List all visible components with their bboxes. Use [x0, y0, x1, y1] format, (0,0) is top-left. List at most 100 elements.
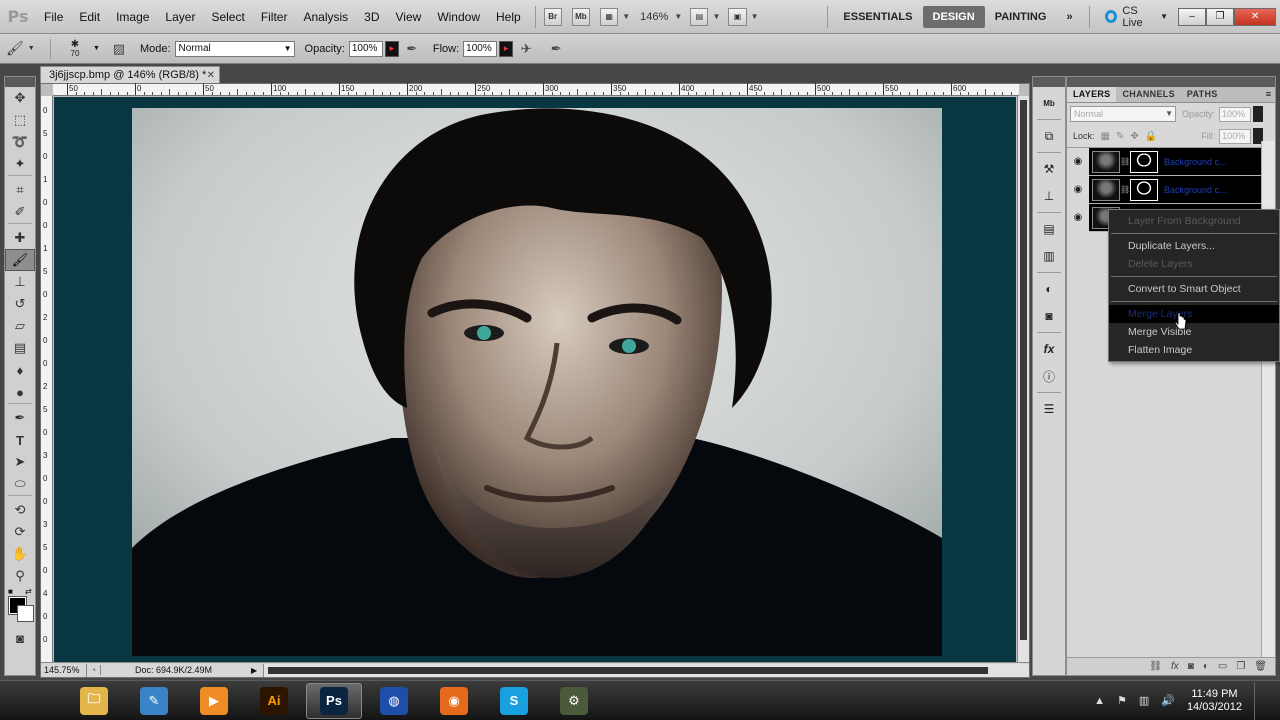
background-color[interactable]	[17, 605, 34, 622]
horizontal-scrollbar-thumb[interactable]	[268, 666, 988, 674]
layer-name[interactable]: Background c...	[1158, 185, 1238, 195]
airbrush-button[interactable]: ✈	[517, 40, 535, 58]
taskbar-app-button[interactable]: Ai	[246, 683, 302, 719]
clone-source-panel-button[interactable]: ⊥	[1037, 185, 1061, 207]
show-desktop-button[interactable]	[1254, 681, 1264, 720]
menu-file[interactable]: File	[36, 0, 71, 34]
lock-all-icon[interactable]: 🔒	[1145, 131, 1157, 142]
menu-item-merge-visible[interactable]: Merge Visible	[1109, 323, 1279, 341]
cs-live-button[interactable]: CS Live ▼	[1095, 5, 1178, 29]
brush-tool[interactable]: 🖌	[5, 249, 35, 271]
mini-bridge-button[interactable]: Mb	[571, 7, 591, 26]
taskbar-app-button[interactable]: ◉	[426, 683, 482, 719]
layer-opacity-input[interactable]: 100%	[1219, 106, 1252, 122]
hand-tool[interactable]: ✋	[5, 543, 35, 565]
taskbar-app-button[interactable]: Ps	[306, 682, 362, 719]
menu-edit[interactable]: Edit	[71, 0, 108, 34]
tablet-pressure-size-button[interactable]: ✒	[547, 40, 565, 58]
close-button[interactable]: ✕	[1234, 7, 1277, 26]
tool-presets-panel-button[interactable]: ⚒	[1037, 158, 1061, 180]
close-icon[interactable]: ✕	[207, 68, 215, 84]
dodge-tool[interactable]: ●	[5, 381, 35, 403]
menu-item-merge-layers[interactable]: Merge Layers	[1109, 305, 1279, 323]
tablet-pressure-opacity-button[interactable]: ✒	[403, 40, 421, 58]
tab-channels[interactable]: CHANNELS	[1116, 87, 1180, 102]
trash-icon[interactable]: 🗑	[1254, 661, 1267, 672]
chain-link-icon[interactable]: ⛓	[1120, 185, 1130, 194]
status-menu-arrow-icon[interactable]: ▶	[251, 666, 263, 675]
tool-preset-picker[interactable]: 🖌 ▼	[6, 38, 44, 60]
3d-rotate-tool[interactable]: ⟲	[5, 499, 35, 521]
chevron-down-icon[interactable]: ▼	[674, 12, 682, 21]
horizontal-scrollbar[interactable]	[263, 663, 1029, 677]
canvas[interactable]	[54, 97, 1016, 662]
lock-transparency-icon[interactable]: ▦	[1101, 131, 1110, 142]
flow-slider-toggle[interactable]: ▸	[499, 40, 514, 57]
layer-row[interactable]: ◉ ⛓ Background c...	[1067, 147, 1275, 176]
workspace-painting[interactable]: PAINTING	[985, 6, 1057, 28]
menu-layer[interactable]: Layer	[157, 0, 203, 34]
menu-3d[interactable]: 3D	[356, 0, 387, 34]
restore-button[interactable]: ❐	[1206, 7, 1235, 26]
crop-tool[interactable]: ⌗	[5, 179, 35, 201]
zoom-percentage-field[interactable]: 145.75%	[41, 663, 87, 677]
tab-layers[interactable]: LAYERS	[1067, 87, 1117, 102]
arrange-documents-button[interactable]: ▤	[690, 7, 709, 26]
chevron-down-icon[interactable]: ▼	[93, 45, 100, 52]
shape-tool[interactable]: ⬭	[5, 473, 35, 495]
status-info-icon[interactable]: ◔	[87, 665, 101, 675]
brush-panel-toggle[interactable]: ▨	[110, 40, 128, 58]
chain-link-icon[interactable]: ⛓	[1120, 157, 1130, 166]
horizontal-ruler[interactable]: 50 0 50 100 150 200 250 300 350 400 450 500 550 600	[53, 83, 1019, 96]
chevron-down-icon[interactable]: ▼	[622, 12, 630, 21]
info-panel-button[interactable]: ⓘ	[1037, 365, 1061, 387]
vertical-scrollbar-thumb[interactable]	[1020, 100, 1027, 640]
eraser-tool[interactable]: ▱	[5, 315, 35, 337]
taskbar-app-button[interactable]: 🗀	[66, 683, 122, 719]
taskbar-app-button[interactable]: ✎	[126, 683, 182, 719]
action-center-icon[interactable]: ⚑	[1117, 694, 1127, 707]
volume-icon[interactable]: 🔊	[1161, 694, 1175, 707]
portrait-photo[interactable]	[132, 108, 942, 656]
quick-mask-button[interactable]: ◙	[5, 627, 35, 649]
menu-filter[interactable]: Filter	[253, 0, 296, 34]
menu-view[interactable]: View	[388, 0, 430, 34]
mode-select[interactable]: Normal ▼	[174, 40, 295, 57]
document-tab[interactable]: 3j6jjscp.bmp @ 146% (RGB/8) * ✕	[40, 66, 220, 83]
blend-mode-select[interactable]: Normal ▼	[1070, 106, 1176, 122]
new-adjustment-layer-icon[interactable]: ◐	[1203, 661, 1209, 672]
tools-panel-header[interactable]	[5, 77, 35, 87]
opacity-input[interactable]: 100%	[348, 40, 383, 57]
layer-mask-thumbnail[interactable]	[1130, 150, 1158, 173]
menu-select[interactable]: Select	[203, 0, 252, 34]
brush-preset-picker[interactable]: ✱ 70	[57, 37, 93, 61]
clock[interactable]: 11:49 PM 14/03/2012	[1187, 688, 1242, 714]
minimize-button[interactable]: –	[1178, 7, 1207, 26]
layers-panel-header[interactable]	[1067, 77, 1275, 87]
taskbar-app-button[interactable]: ⚙	[546, 683, 602, 719]
menu-item-duplicate-layers[interactable]: Duplicate Layers...	[1109, 237, 1279, 255]
eye-icon[interactable]: ◉	[1067, 175, 1089, 204]
panel-menu-icon[interactable]: ≡	[1266, 87, 1275, 102]
vertical-ruler[interactable]: 0 5 0 1 0 0 1 5 0 2 0 0 2 5 0 3 0 0 3 5 0 4 0 0	[41, 96, 53, 664]
paths-tool-panel-button[interactable]: ☰	[1037, 398, 1061, 420]
paragraph-panel-button[interactable]: ▥	[1037, 245, 1061, 267]
menu-help[interactable]: Help	[488, 0, 529, 34]
screen-mode-button[interactable]: ▣	[728, 7, 747, 26]
marquee-tool[interactable]: ⬚	[5, 109, 35, 131]
eye-icon[interactable]: ◉	[1067, 203, 1089, 232]
taskbar-app-button[interactable]: ◍	[366, 683, 422, 719]
eye-icon[interactable]: ◉	[1067, 147, 1089, 176]
lock-pixels-icon[interactable]: ✎	[1116, 131, 1124, 142]
workspace-design[interactable]: DESIGN	[922, 5, 985, 28]
menu-window[interactable]: Window	[429, 0, 488, 34]
tab-paths[interactable]: PATHS	[1181, 87, 1224, 102]
adjustments-panel-button[interactable]: ◐	[1037, 278, 1061, 300]
new-group-icon[interactable]: ▭	[1218, 661, 1227, 672]
add-layer-style-icon[interactable]: fx	[1171, 661, 1179, 672]
move-tool[interactable]: ✥	[5, 87, 35, 109]
layer-mask-thumbnail[interactable]	[1130, 178, 1158, 201]
view-extras-button[interactable]: ▦	[600, 7, 619, 26]
new-layer-icon[interactable]: ❐	[1236, 661, 1245, 672]
dock-header[interactable]	[1033, 77, 1065, 87]
